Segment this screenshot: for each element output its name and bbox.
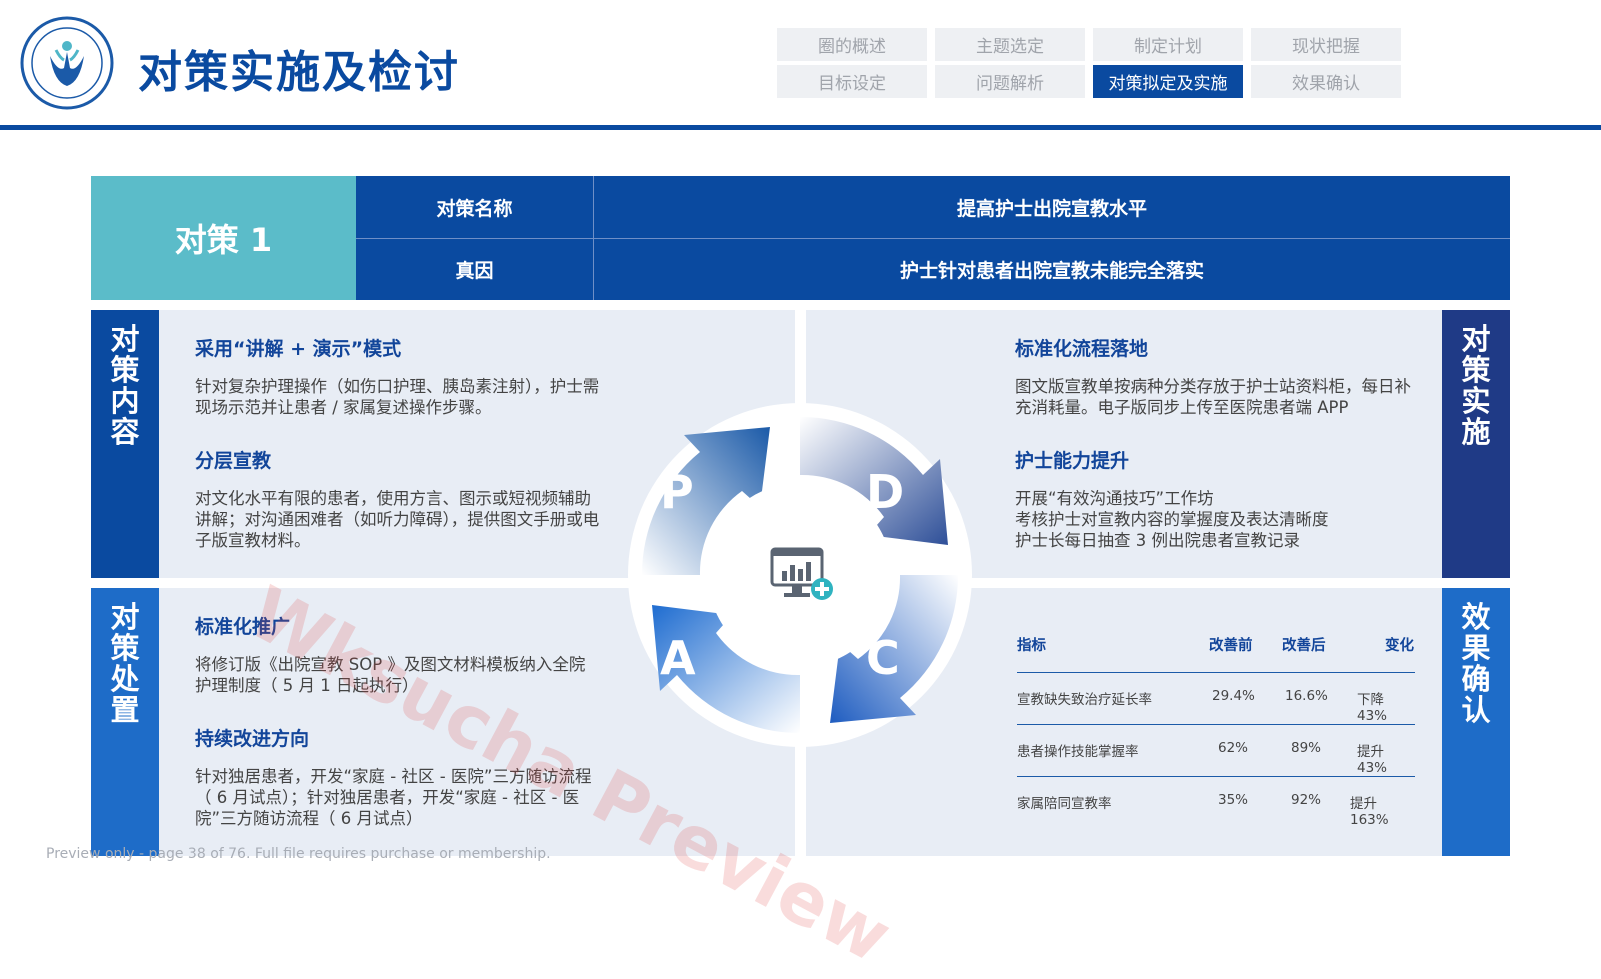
table-divider <box>1017 724 1415 725</box>
nav-tab-status[interactable]: 现状把握 <box>1251 28 1401 61</box>
page-title: 对策实施及检讨 <box>138 47 460 98</box>
table-divider <box>1017 672 1415 673</box>
pdca-label-a: A <box>660 631 696 685</box>
side-label-content-text: 对策内容 <box>110 322 140 449</box>
table-cell: 92% <box>1291 792 1322 808</box>
side-label-implement: 对策实施 <box>1442 310 1510 578</box>
block-text: 图文版宣教单按病种分类存放于护士站资料柜，每日补充消耗量。电子版同步上传至医院患… <box>1015 377 1411 417</box>
table-header-cell: 改善前 <box>1209 638 1253 654</box>
block-heading: 护士能力提升 <box>1015 450 1130 472</box>
nav-tab-countermeasure[interactable]: 对策拟定及实施 <box>1093 65 1243 98</box>
pdca-label-d: D <box>866 465 905 519</box>
name-label: 对策名称 <box>436 197 513 220</box>
nav-tab-overview[interactable]: 圈的概述 <box>777 28 927 61</box>
countermeasure-table: 对策名称 提高护士出院宣教水平 真因 护士针对患者出院宣教未能完全落实 <box>356 176 1510 300</box>
table-cell: 家属陪同宣教率 <box>1017 796 1112 812</box>
side-label-effect: 效果确认 <box>1442 588 1510 856</box>
name-value: 提高护士出院宣教水平 <box>956 197 1147 220</box>
nav-tab-target[interactable]: 目标设定 <box>777 65 927 98</box>
block-text-line: 开展“有效沟通技巧”工作坊 <box>1015 489 1214 508</box>
header-divider <box>0 125 1601 130</box>
table-cell: 29.4% <box>1212 688 1255 704</box>
countermeasure-label: 对策 1 <box>91 176 356 300</box>
monitor-chart-plus-icon <box>770 547 834 603</box>
table-cell: 89% <box>1291 740 1322 756</box>
nav-tab-analysis[interactable]: 问题解析 <box>935 65 1085 98</box>
table-header-cell: 变化 <box>1385 638 1414 654</box>
side-label-effect-text: 效果确认 <box>1461 600 1491 727</box>
block-text-line: 护士长每日抽查 3 例出院患者宣教记录 <box>1015 531 1300 550</box>
block-heading: 持续改进方向 <box>195 728 310 750</box>
table-header-cell: 指标 <box>1017 638 1046 654</box>
side-label-content: 对策内容 <box>91 310 159 578</box>
table-cell: 患者操作技能掌握率 <box>1017 744 1139 760</box>
cause-label: 真因 <box>455 260 494 282</box>
pdca-label-p: P <box>660 465 694 519</box>
block-heading: 分层宣教 <box>195 450 272 472</box>
table-cell: 35% <box>1218 792 1249 808</box>
block-heading: 标准化流程落地 <box>1015 338 1149 360</box>
nav-tab-plan[interactable]: 制定计划 <box>1093 28 1243 61</box>
table-cell: 下降 43% <box>1357 692 1388 724</box>
block-heading: 采用“讲解 + 演示”模式 <box>195 338 402 360</box>
side-label-implement-text: 对策实施 <box>1461 322 1491 449</box>
nav-tab-effect[interactable]: 效果确认 <box>1251 65 1401 98</box>
pdca-cycle: P D C A <box>620 395 980 755</box>
table-header-cell: 改善后 <box>1282 638 1326 654</box>
table-cell: 16.6% <box>1285 688 1328 704</box>
side-label-handle-text: 对策处置 <box>110 600 140 727</box>
pdca-label-c: C <box>866 631 900 685</box>
table-divider <box>1017 776 1415 777</box>
block-text: 开展“有效沟通技巧”工作坊 考核护士对宣教内容的掌握度及表达清晰度 护士长每日抽… <box>1015 488 1420 551</box>
nav-tab-topic[interactable]: 主题选定 <box>935 28 1085 61</box>
footer-note: Preview only - page 38 of 76. Full file … <box>46 846 551 862</box>
table-cell: 宣教缺失致治疗延长率 <box>1017 692 1152 708</box>
hospital-logo <box>20 16 114 110</box>
side-label-handle: 对策处置 <box>91 588 159 856</box>
table-cell: 提升 163% <box>1350 796 1389 828</box>
block-text-line: 考核护士对宣教内容的掌握度及表达清晰度 <box>1015 510 1329 529</box>
cause-value: 护士针对患者出院宣教未能完全落实 <box>899 260 1204 282</box>
block-text: 针对复杂护理操作（如伤口护理、胰岛素注射），护士需现场示范并让患者 / 家属复述… <box>195 377 600 417</box>
block-text: 对文化水平有限的患者，使用方言、图示或短视频辅助讲解；对沟通困难者（如听力障碍）… <box>195 489 600 550</box>
table-cell: 62% <box>1218 740 1249 756</box>
table-cell: 提升 43% <box>1357 744 1388 776</box>
